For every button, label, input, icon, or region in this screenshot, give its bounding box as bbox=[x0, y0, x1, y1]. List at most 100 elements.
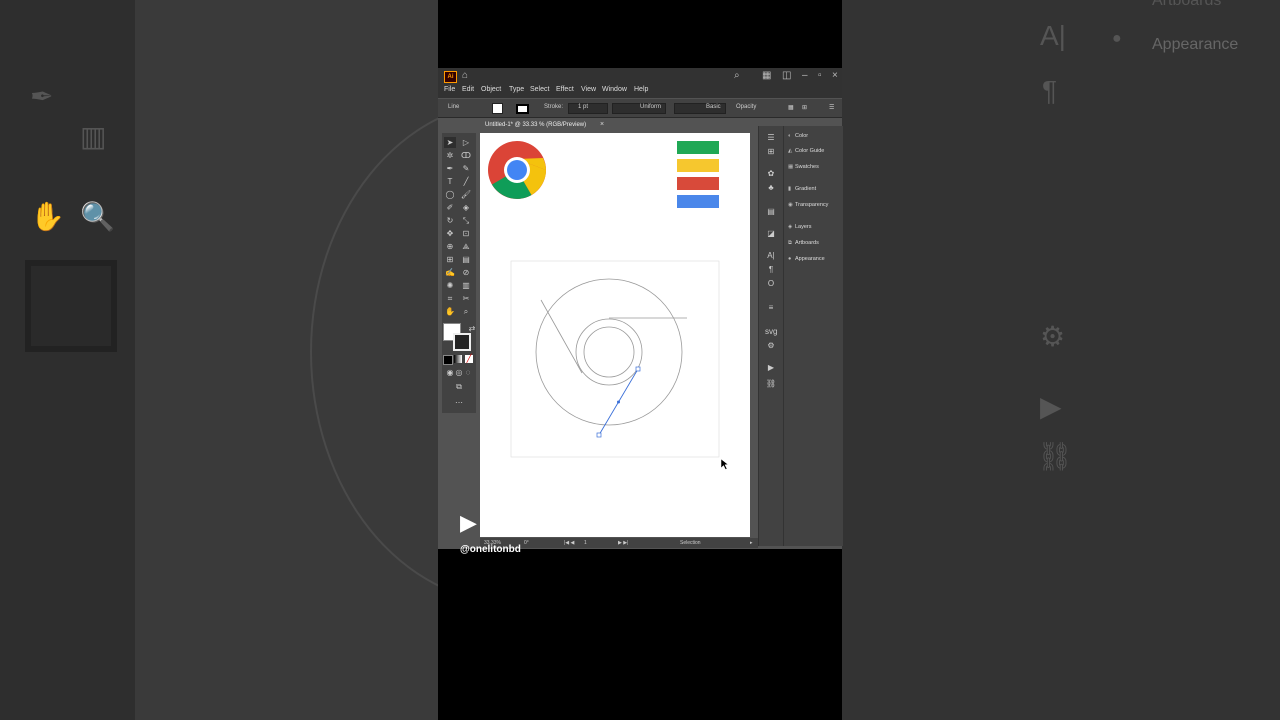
artboard-number[interactable]: 1 bbox=[584, 540, 587, 546]
inner-circle-path bbox=[583, 326, 635, 378]
menu-edit[interactable]: Edit bbox=[462, 86, 474, 93]
channel-watermark: @onelitonbd bbox=[460, 544, 521, 555]
libraries-icon[interactable]: ⊞ bbox=[765, 146, 777, 158]
close-icon[interactable]: × bbox=[832, 70, 838, 82]
current-tool-label[interactable]: Selection bbox=[680, 540, 701, 546]
brushes-icon[interactable]: ✿ bbox=[765, 168, 777, 180]
asset-export-icon[interactable]: ⚙ bbox=[765, 340, 777, 352]
artboard-tool-icon[interactable]: ⌗ bbox=[444, 293, 456, 304]
shape-builder-tool-icon[interactable]: ⊕ bbox=[444, 241, 456, 252]
curvature-tool-icon[interactable]: ✎ bbox=[460, 163, 472, 174]
none-mode-icon[interactable]: ╱ bbox=[465, 355, 473, 363]
panel-artboards[interactable]: ⧉ Artboards bbox=[788, 240, 819, 247]
panel-swatches[interactable]: ▦ Swatches bbox=[788, 164, 819, 170]
maximize-icon[interactable]: ▫ bbox=[818, 70, 822, 82]
minimize-icon[interactable]: – bbox=[802, 70, 808, 82]
paragraph-icon[interactable]: ¶ bbox=[765, 264, 777, 276]
status-arrow-icon[interactable]: ▸ bbox=[750, 540, 753, 546]
opacity-label[interactable]: Opacity bbox=[736, 104, 756, 110]
perspective-grid-tool-icon[interactable]: ⟁ bbox=[460, 241, 472, 252]
workspace-icon[interactable]: ▦ bbox=[762, 70, 771, 82]
artboard-navigation-next-icon[interactable]: ▶ ▶| bbox=[618, 540, 628, 546]
panel-color-guide[interactable]: ◭ Color Guide bbox=[788, 148, 824, 154]
pen-tool-icon[interactable]: ✒ bbox=[444, 163, 456, 174]
hand-tool-icon[interactable]: ✋ bbox=[444, 306, 456, 317]
stroke-swatch[interactable] bbox=[516, 104, 529, 114]
document-tab-close-icon[interactable]: × bbox=[600, 121, 604, 128]
paintbrush-tool-icon[interactable]: 🖌 bbox=[460, 189, 472, 200]
artboard-navigation-prev-icon[interactable]: |◀ ◀ bbox=[564, 540, 574, 546]
slice-tool-icon[interactable]: ✂ bbox=[460, 293, 472, 304]
character-icon[interactable]: A| bbox=[765, 250, 777, 262]
symbol-sprayer-tool-icon[interactable]: ✺ bbox=[444, 280, 456, 291]
menu-window[interactable]: Window bbox=[602, 86, 627, 93]
menu-type[interactable]: Type bbox=[509, 86, 524, 93]
control-bar: Line Stroke: 1 pt Uniform Basic Opacity … bbox=[438, 99, 842, 118]
blend-tool-icon[interactable]: ⊘ bbox=[460, 267, 472, 278]
eraser-tool-icon[interactable]: ◈ bbox=[460, 202, 472, 213]
graph-tool-icon[interactable]: ▥ bbox=[460, 280, 472, 291]
svg-interactivity-icon[interactable]: svg bbox=[765, 326, 777, 338]
youtube-shorts-icon: ▶ bbox=[460, 510, 477, 535]
stroke-color-icon[interactable] bbox=[453, 333, 471, 351]
panel-color[interactable]: ◐ Color bbox=[788, 133, 808, 139]
scale-tool-icon[interactable]: ⤡ bbox=[460, 215, 472, 226]
selection-tool-icon[interactable]: ➤ bbox=[444, 137, 456, 148]
rotation-value[interactable]: 0° bbox=[524, 540, 529, 546]
menu-icon[interactable]: ☰ bbox=[829, 104, 834, 111]
properties-icon[interactable]: ☰ bbox=[765, 132, 777, 144]
lasso-tool-icon[interactable]: ↀ bbox=[460, 150, 472, 161]
illustrator-window: Ai ⌂ ⌕ ▦ ◫ – ▫ × File Edit Object Type S… bbox=[438, 68, 843, 549]
panel-appearance[interactable]: ● Appearance bbox=[788, 256, 825, 262]
home-icon[interactable]: ⌂ bbox=[462, 70, 468, 82]
opentype-icon[interactable]: O bbox=[765, 278, 777, 290]
stroke-panel-icon[interactable]: ≡ bbox=[765, 302, 777, 314]
panel-icon-strip: ☰ ⊞ ✿ ♣ ▤ ◪ A| ¶ O ≡ svg ⚙ ▶ ⛓ bbox=[758, 126, 783, 546]
mesh-tool-icon[interactable]: ⊞ bbox=[444, 254, 456, 265]
shaper-tool-icon[interactable]: ✐ bbox=[444, 202, 456, 213]
magic-wand-tool-icon[interactable]: ✲ bbox=[444, 150, 456, 161]
document-tab[interactable]: Untitled-1* @ 33.33 % (RGB/Preview) × bbox=[480, 119, 610, 132]
panel-gradient[interactable]: ▮ Gradient bbox=[788, 186, 816, 192]
artboard-canvas[interactable] bbox=[480, 133, 750, 537]
line-tool-icon[interactable]: ╱ bbox=[460, 176, 472, 187]
eyedropper-tool-icon[interactable]: ✍ bbox=[444, 267, 456, 278]
menu-select[interactable]: Select bbox=[530, 86, 549, 93]
fill-swatch[interactable] bbox=[492, 103, 503, 114]
menu-help[interactable]: Help bbox=[634, 86, 648, 93]
blur-appearance-label: Appearance bbox=[1152, 36, 1239, 53]
panel-transparency[interactable]: ◉ Transparency bbox=[788, 202, 828, 208]
links-icon[interactable]: ⛓ bbox=[765, 378, 777, 390]
screen-mode-icon[interactable]: ⧉ bbox=[453, 381, 465, 392]
arrange-icon[interactable]: ◫ bbox=[782, 70, 791, 82]
gradient-tool-icon[interactable]: ▤ bbox=[460, 254, 472, 265]
pathfinder-icon[interactable]: ◪ bbox=[765, 228, 777, 240]
puppet-warp-tool-icon[interactable]: ✥ bbox=[444, 228, 456, 239]
swatch-blue bbox=[677, 195, 719, 208]
more-tools-icon[interactable]: ⋯ bbox=[453, 397, 465, 408]
align-icon[interactable]: ▦ bbox=[788, 104, 794, 111]
menu-file[interactable]: File bbox=[444, 86, 455, 93]
draw-inside-icon[interactable]: ◌ bbox=[462, 367, 474, 378]
ellipse-tool-icon[interactable]: ◯ bbox=[444, 189, 456, 200]
free-transform-tool-icon[interactable]: ⊡ bbox=[460, 228, 472, 239]
transform-icon[interactable]: ⊞ bbox=[802, 104, 807, 111]
rotate-tool-icon[interactable]: ↻ bbox=[444, 215, 456, 226]
actions-icon[interactable]: ▶ bbox=[765, 362, 777, 374]
artboards-icon: ⧉ bbox=[788, 240, 792, 246]
color-mode-icon[interactable] bbox=[443, 355, 453, 365]
search-icon[interactable]: ⌕ bbox=[734, 70, 740, 82]
zoom-tool-icon[interactable]: ⌕ bbox=[460, 306, 472, 317]
gradient-mode-icon[interactable] bbox=[454, 355, 462, 363]
align-panel-icon[interactable]: ▤ bbox=[765, 206, 777, 218]
symbols-icon[interactable]: ♣ bbox=[765, 182, 777, 194]
menu-effect[interactable]: Effect bbox=[556, 86, 574, 93]
blur-fill-stroke-icon bbox=[25, 260, 117, 352]
type-tool-icon[interactable]: T bbox=[444, 176, 456, 187]
stroke-label[interactable]: Stroke: bbox=[544, 104, 563, 110]
menu-object[interactable]: Object bbox=[481, 86, 501, 93]
direct-selection-tool-icon[interactable]: ▷ bbox=[460, 137, 472, 148]
menu-view[interactable]: View bbox=[581, 86, 596, 93]
menu-bar: File Edit Object Type Select Effect View… bbox=[438, 84, 842, 98]
panel-layers[interactable]: ◈ Layers bbox=[788, 224, 812, 230]
